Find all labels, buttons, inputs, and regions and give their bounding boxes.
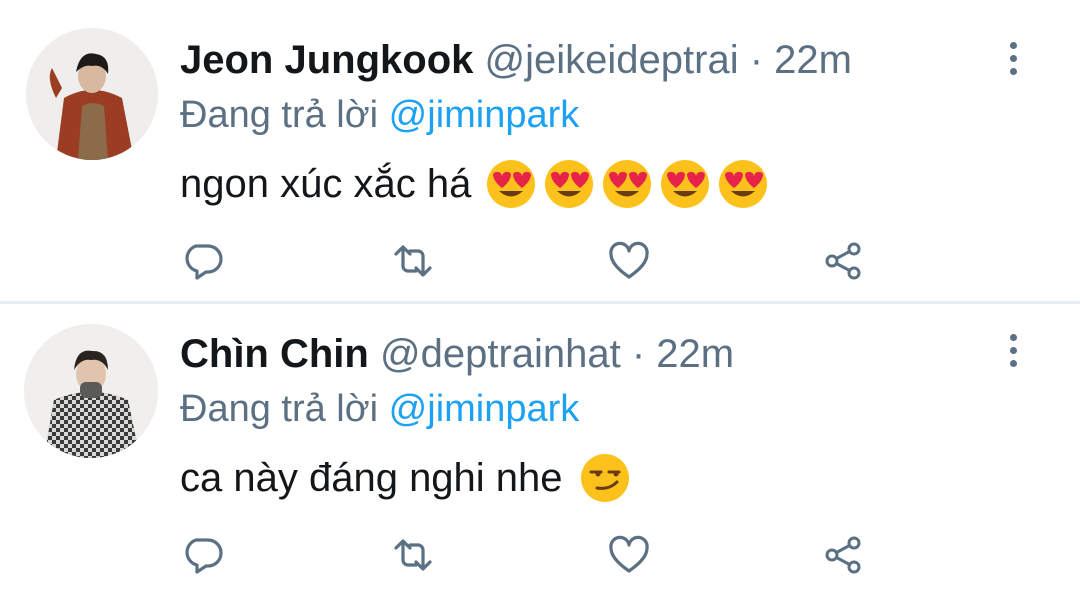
tweet-body: ca này đáng nghi nhe xyxy=(180,456,563,500)
avatar[interactable] xyxy=(26,28,158,160)
tweet-text: ngon xúc xắc há xyxy=(180,158,769,210)
heart-eyes-emoji xyxy=(601,158,653,210)
separator-dot: · xyxy=(620,332,657,376)
reply-button[interactable] xyxy=(180,238,226,284)
share-button[interactable] xyxy=(820,238,866,284)
more-options-button[interactable] xyxy=(998,42,1028,82)
more-options-button[interactable] xyxy=(998,334,1028,374)
tweet-text: ca này đáng nghi nhe xyxy=(180,452,631,504)
share-nodes-icon xyxy=(825,536,861,574)
mention-link[interactable]: @jiminpark xyxy=(389,94,580,136)
retweet-button[interactable] xyxy=(390,238,436,284)
retweet-button[interactable] xyxy=(390,532,436,578)
retweet-arrows-icon xyxy=(394,539,432,571)
heart-outline-icon xyxy=(609,535,649,573)
tweet-body: ngon xúc xắc há xyxy=(180,162,472,206)
tweet-actions xyxy=(180,238,880,284)
like-button[interactable] xyxy=(606,238,652,284)
smirk-emoji xyxy=(579,452,631,504)
reply-thread: Jeon Jungkook @jeikeideptrai · 22m Đang … xyxy=(0,0,1080,594)
tweet-header: Jeon Jungkook @jeikeideptrai · 22m xyxy=(180,36,852,84)
user-handle[interactable]: @jeikeideptrai xyxy=(485,38,739,82)
mention-link[interactable]: @jiminpark xyxy=(389,388,580,430)
tweet-actions xyxy=(180,532,880,578)
heart-outline-icon xyxy=(609,241,649,279)
share-nodes-icon xyxy=(825,242,861,280)
timestamp[interactable]: 22m xyxy=(656,332,734,376)
heart-eyes-emoji xyxy=(485,158,537,210)
replying-label: Đang trả lời xyxy=(180,94,389,136)
replying-to: Đang trả lời @jiminpark xyxy=(180,92,579,138)
reply-button[interactable] xyxy=(180,532,226,578)
avatar[interactable] xyxy=(24,324,158,458)
vertical-dots-icon xyxy=(1009,334,1017,341)
tweet-header: Chìn Chin @deptrainhat · 22m xyxy=(180,330,734,378)
display-name[interactable]: Chìn Chin xyxy=(180,332,369,376)
comment-bubble-icon xyxy=(185,244,223,280)
tweet[interactable]: Chìn Chin @deptrainhat · 22m Đang trả lờ… xyxy=(0,304,1080,594)
replying-to: Đang trả lời @jiminpark xyxy=(180,386,579,432)
heart-eyes-emoji xyxy=(717,158,769,210)
like-button[interactable] xyxy=(606,532,652,578)
tweet[interactable]: Jeon Jungkook @jeikeideptrai · 22m Đang … xyxy=(0,0,1080,302)
comment-bubble-icon xyxy=(185,538,223,574)
user-handle[interactable]: @deptrainhat xyxy=(380,332,621,376)
share-button[interactable] xyxy=(820,532,866,578)
timestamp[interactable]: 22m xyxy=(774,38,852,82)
heart-eyes-emoji xyxy=(543,158,595,210)
separator-dot: · xyxy=(738,38,775,82)
replying-label: Đang trả lời xyxy=(180,388,389,430)
vertical-dots-icon xyxy=(1009,42,1017,49)
retweet-arrows-icon xyxy=(394,245,432,277)
display-name[interactable]: Jeon Jungkook xyxy=(180,38,473,82)
heart-eyes-emoji xyxy=(659,158,711,210)
